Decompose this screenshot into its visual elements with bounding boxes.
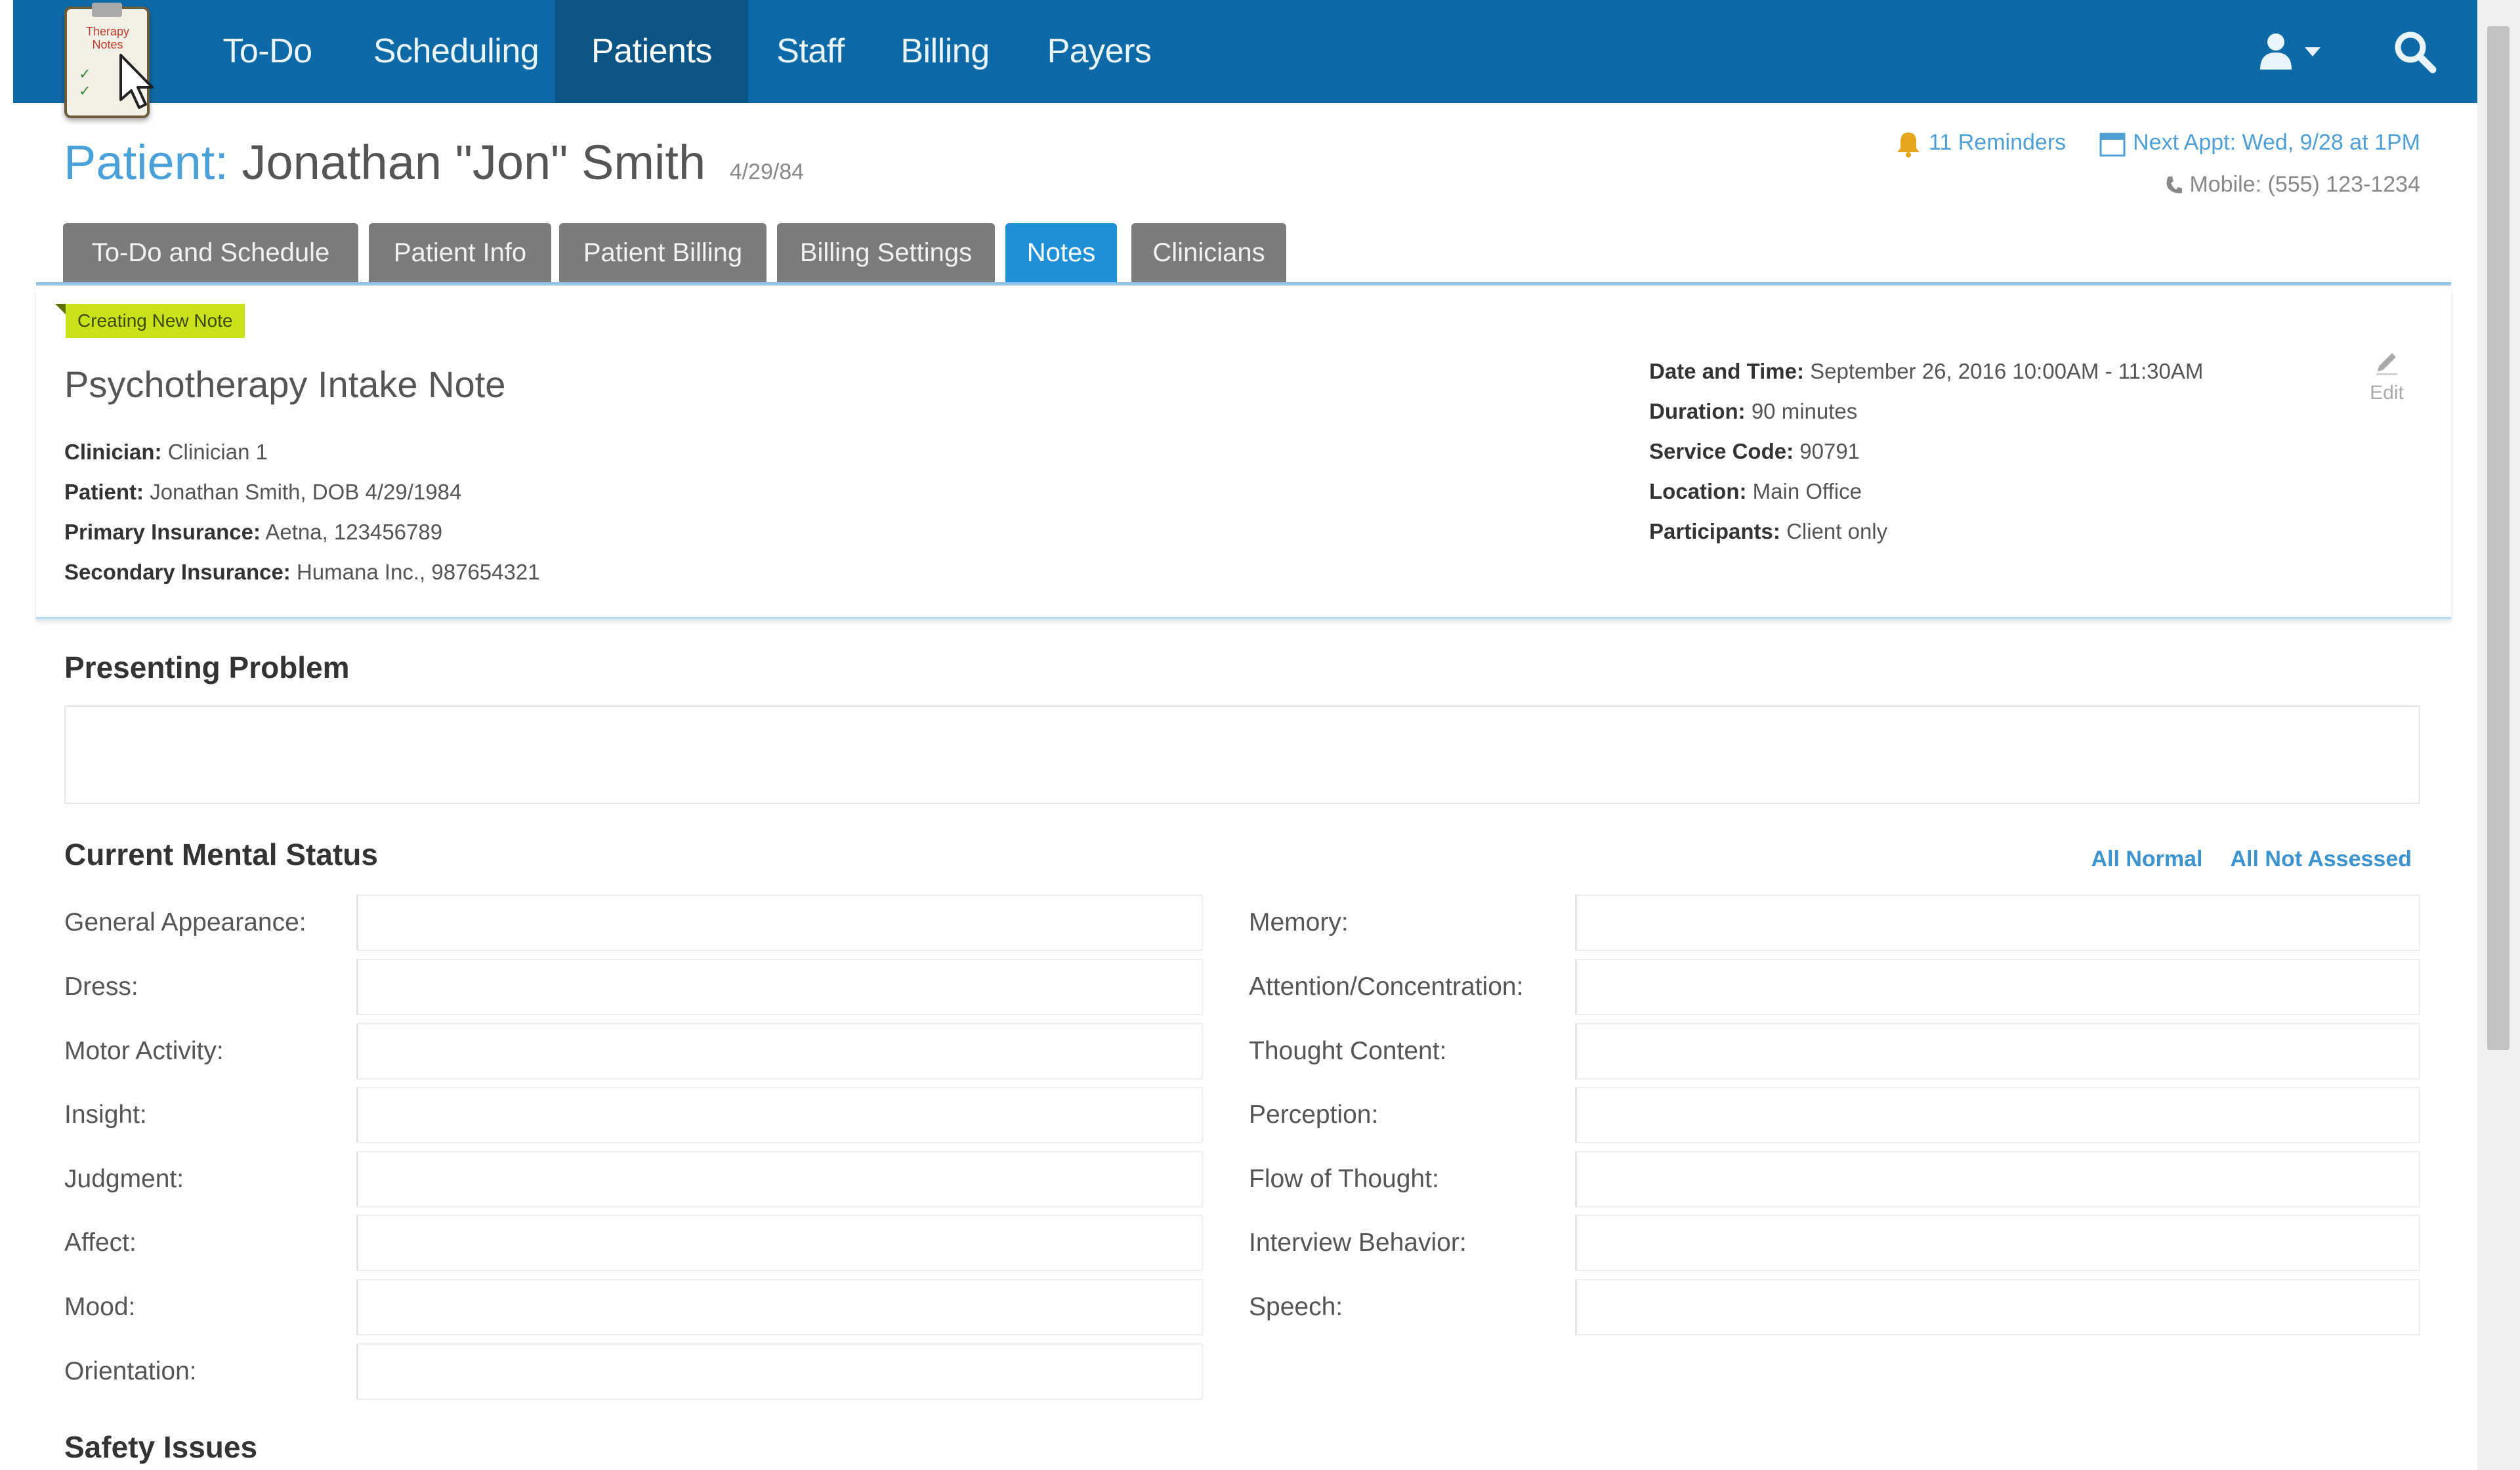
note-details-right: Date and Time: September 26, 2016 10:00A…	[1649, 351, 2203, 551]
presenting-problem-input[interactable]	[64, 705, 2420, 804]
label-general-appearance: General Appearance:	[64, 908, 306, 936]
input-flow-of-thought[interactable]	[1575, 1151, 2420, 1208]
input-affect[interactable]	[356, 1215, 1203, 1271]
patient-name: Jonathan "Jon" Smith	[242, 135, 706, 190]
tab-patient-info[interactable]: Patient Info	[369, 223, 551, 282]
logo-text: Therapy Notes	[85, 25, 130, 51]
scrollbar-thumb[interactable]	[2487, 26, 2510, 1050]
user-menu-icon[interactable]	[2258, 32, 2330, 71]
all-normal-link[interactable]: All Normal	[2091, 847, 2202, 872]
nav-to-do[interactable]: To-Do	[210, 0, 325, 103]
reminders-link[interactable]: 11 Reminders	[1895, 130, 2066, 158]
nav-patients[interactable]: Patients	[555, 0, 748, 103]
tab-billing-settings[interactable]: Billing Settings	[777, 223, 995, 282]
secondary-insurance-row: Secondary Insurance: Humana Inc., 987654…	[64, 560, 540, 584]
top-navbar: Therapy Notes ✓ ✓ To-Do Scheduling Patien…	[13, 0, 2477, 118]
nav-staff[interactable]: Staff	[768, 0, 853, 103]
label-flow-of-thought: Flow of Thought:	[1249, 1165, 1439, 1193]
label-speech: Speech:	[1249, 1293, 1343, 1321]
mouse-cursor-icon	[119, 54, 154, 109]
mental-status-heading: Current Mental Status	[64, 837, 378, 872]
edit-label: Edit	[2370, 382, 2404, 404]
input-speech[interactable]	[1575, 1279, 2420, 1335]
edit-button[interactable]: Edit	[2357, 348, 2416, 404]
location-row: Location: Main Office	[1649, 479, 1862, 503]
patient-label: Patient:	[64, 135, 228, 190]
input-perception[interactable]	[1575, 1087, 2420, 1143]
calendar-icon	[2099, 133, 2126, 157]
duration-row: Duration: 90 minutes	[1649, 399, 1858, 423]
label-attention-concentration: Attention/Concentration:	[1249, 973, 1524, 1001]
input-general-appearance[interactable]	[356, 894, 1203, 951]
badge-corner	[55, 304, 66, 314]
service-code-row: Service Code: 90791	[1649, 439, 1860, 463]
label-dress: Dress:	[64, 973, 138, 1001]
note-title: Psychotherapy Intake Note	[64, 364, 506, 405]
mobile-phone: Mobile: (555) 123-1234	[1895, 172, 2420, 198]
search-icon[interactable]	[2392, 29, 2438, 75]
label-thought-content: Thought Content:	[1249, 1037, 1447, 1065]
label-motor-activity: Motor Activity:	[64, 1037, 224, 1065]
label-perception: Perception:	[1249, 1101, 1379, 1129]
input-motor-activity[interactable]	[356, 1023, 1203, 1080]
bell-icon	[1897, 133, 1920, 158]
patient-dob: 4/29/84	[729, 159, 805, 184]
tab-to-do-and-schedule[interactable]: To-Do and Schedule	[63, 223, 358, 282]
input-insight[interactable]	[356, 1087, 1203, 1143]
input-memory[interactable]	[1575, 894, 2420, 951]
label-interview-behavior: Interview Behavior:	[1249, 1228, 1467, 1257]
input-interview-behavior[interactable]	[1575, 1215, 2420, 1271]
primary-insurance-row: Primary Insurance: Aetna, 123456789	[64, 520, 443, 544]
input-attention-concentration[interactable]	[1575, 959, 2420, 1015]
all-not-assessed-link[interactable]: All Not Assessed	[2231, 847, 2412, 872]
label-orientation: Orientation:	[64, 1357, 197, 1385]
tab-patient-billing[interactable]: Patient Billing	[559, 223, 766, 282]
input-orientation[interactable]	[356, 1343, 1203, 1400]
label-insight: Insight:	[64, 1101, 147, 1129]
label-memory: Memory:	[1249, 908, 1349, 936]
tab-clinicians[interactable]: Clinicians	[1131, 223, 1286, 282]
participants-row: Participants: Client only	[1649, 519, 1888, 543]
patient-header-info: 11 Reminders Next Appt: Wed, 9/28 at 1PM…	[1895, 129, 2420, 198]
next-appointment-link[interactable]: Next Appt: Wed, 9/28 at 1PM	[2099, 130, 2420, 158]
nav-billing[interactable]: Billing	[889, 0, 1001, 103]
safety-issues-heading: Safety Issues	[64, 1430, 258, 1464]
input-thought-content[interactable]	[1575, 1023, 2420, 1080]
patient-row: Patient: Jonathan Smith, DOB 4/29/1984	[64, 480, 462, 504]
nav-payers[interactable]: Payers	[1037, 0, 1162, 103]
date-time-row: Date and Time: September 26, 2016 10:00A…	[1649, 359, 2204, 383]
note-details-left: Clinician: Clinician 1 Patient: Jonathan…	[64, 432, 540, 592]
checklist-icon: ✓ ✓	[79, 66, 91, 99]
nav-scheduling[interactable]: Scheduling	[358, 0, 555, 103]
clipboard-clip-icon	[92, 3, 122, 17]
tab-notes[interactable]: Notes	[1005, 223, 1117, 282]
label-affect: Affect:	[64, 1228, 136, 1257]
section-divider	[36, 617, 2451, 620]
input-judgment[interactable]	[356, 1151, 1203, 1208]
input-mood[interactable]	[356, 1279, 1203, 1335]
input-dress[interactable]	[356, 959, 1203, 1015]
tab-underline	[36, 282, 2451, 285]
pencil-icon	[2376, 353, 2397, 375]
phone-icon	[2166, 176, 2183, 193]
label-mood: Mood:	[64, 1293, 136, 1321]
mental-status-actions: All Normal All Not Assessed	[2091, 847, 2412, 872]
clinician-row: Clinician: Clinician 1	[64, 440, 268, 464]
page-title: Patient: Jonathan "Jon" Smith 4/29/84	[64, 135, 804, 190]
presenting-problem-heading: Presenting Problem	[64, 650, 350, 684]
status-badge: Creating New Note	[66, 304, 245, 338]
label-judgment: Judgment:	[64, 1165, 184, 1193]
